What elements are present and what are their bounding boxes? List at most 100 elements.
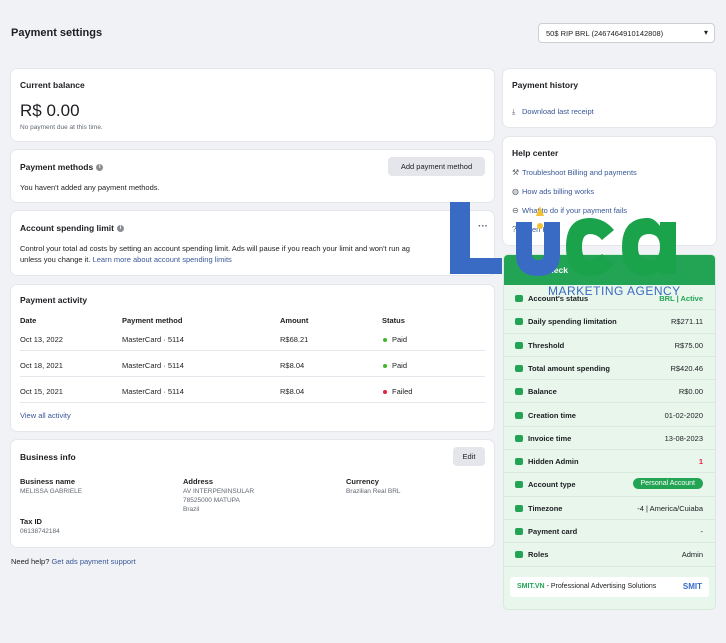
row-icon	[515, 551, 523, 559]
info-icon[interactable]: i	[116, 225, 124, 233]
address-line: Brazil	[183, 506, 200, 513]
ads-payment-support-link[interactable]: Get ads payment support	[51, 557, 135, 566]
ads-check-row: Roles Admin	[504, 543, 715, 567]
download-last-receipt-link[interactable]: Download last receipt	[522, 107, 594, 116]
column-header-amount: Amount	[280, 316, 309, 325]
ads-check-row: Daily spending limitation R$271.11	[504, 310, 715, 334]
ads-check-label: Account's status	[528, 294, 589, 303]
row-method: MasterCard · 5114	[122, 387, 184, 396]
ads-check-label: Payment card	[528, 527, 578, 536]
help-center-title: Help center	[512, 148, 559, 158]
ads-check-label: Invoice time	[528, 433, 572, 443]
learn-more-spending-limits-link[interactable]: Learn more about account spending limits	[93, 255, 232, 264]
ads-check-label: Total amount spending	[528, 363, 610, 373]
payment-history-card: Payment history ⤓ Download last receipt	[503, 69, 716, 127]
business-name-label: Business name	[20, 477, 76, 486]
footer-help-text: Need help?	[11, 557, 50, 566]
spending-limit-description-end: unless you change it.	[20, 255, 91, 264]
ads-check-value: -	[700, 527, 704, 536]
help-item-payment-fails[interactable]: ⊖ What to do if your payment fails	[512, 206, 627, 215]
info-icon[interactable]: i	[96, 164, 104, 172]
row-date: Oct 13, 2022	[20, 335, 63, 344]
ads-check-value: R$0.00	[678, 387, 703, 397]
payment-activity-title: Payment activity	[20, 295, 88, 305]
ads-check-label: Timezone	[528, 503, 563, 513]
help-item-label[interactable]: Troubleshoot Billing and payments	[522, 168, 637, 177]
payment-methods-card: Payment methods i Add payment method You …	[11, 150, 494, 202]
tax-id-label: Tax ID	[20, 517, 42, 526]
row-date: Oct 15, 2021	[20, 387, 63, 396]
download-icon: ⤓	[512, 107, 516, 116]
account-type-badge: Personal Account	[632, 478, 703, 490]
ads-check-label: Balance	[528, 387, 557, 397]
ads-check-row: Balance R$0.00	[504, 380, 715, 404]
ad-account-selector[interactable]: 50$ RIP BRL (2467464910142808) ▾	[538, 23, 715, 43]
ads-check-label: Account type	[528, 480, 576, 490]
more-options-icon[interactable]: ···	[478, 221, 488, 232]
help-item-label[interactable]: What to do if your payment fails	[522, 206, 627, 215]
edit-button[interactable]: Edit	[453, 447, 485, 466]
ads-check-row: Total amount spending R$420.46	[504, 357, 715, 381]
row-status: Paid	[383, 361, 407, 370]
download-receipt-row[interactable]: ⤓ Download last receipt	[512, 107, 594, 117]
row-status: Failed	[383, 387, 412, 396]
page-title: Payment settings	[11, 27, 103, 39]
help-item-label[interactable]: Open H	[522, 225, 548, 234]
ads-check-label: Hidden Admin	[528, 457, 579, 467]
add-payment-method-button[interactable]: Add payment method	[388, 157, 485, 176]
ads-check-row: Hidden Admin 1	[504, 450, 715, 474]
minus-circle-icon: ⊖	[512, 206, 519, 215]
ads-check-value: R$271.11	[671, 317, 703, 327]
footer-help: Need help? Get ads payment support	[11, 557, 136, 566]
spending-limit-description-line2: unless you change it. Learn more about a…	[20, 255, 232, 264]
currency-value: Brazilian Real BRL	[346, 488, 401, 495]
ads-check-label: Daily spending limitation	[528, 317, 617, 327]
row-amount: R$8.04	[280, 387, 305, 396]
view-all-activity-link[interactable]: View all activity	[20, 411, 71, 420]
ads-check-row: Account's status BRL | Active	[504, 287, 715, 311]
status-dot	[383, 364, 387, 369]
table-row[interactable]: Oct 15, 2021 MasterCard · 5114 R$8.04 Fa…	[20, 377, 485, 403]
ads-check-row: Threshold R$75.00	[504, 334, 715, 357]
help-item-open-help[interactable]: ? Open H	[512, 225, 548, 234]
column-header-date: Date	[20, 316, 37, 325]
spending-limit-title: Account spending limit	[20, 223, 114, 233]
smit-logo: SMIT	[682, 582, 702, 591]
column-header-status: Status	[382, 316, 405, 325]
row-icon	[515, 318, 523, 326]
footer-brand: SMIT.VN	[517, 583, 545, 590]
chevron-down-icon: ▾	[703, 28, 708, 37]
current-balance-card: Current balance R$ 0.00 No payment due a…	[11, 69, 494, 141]
row-status-text: Paid	[392, 335, 408, 344]
table-row[interactable]: Oct 18, 2021 MasterCard · 5114 R$8.04 Pa…	[20, 351, 485, 377]
ads-check-label: Creation time	[528, 410, 576, 420]
ads-check-row: Invoice time 13-08-2023	[504, 427, 715, 451]
ads-check-value: 13-08-2023	[664, 433, 703, 443]
row-icon	[515, 411, 523, 419]
footer-tagline: - Professional Advertising Solutions	[544, 583, 657, 590]
help-item-billing[interactable]: ◍ How ads billing works	[512, 187, 594, 196]
business-info-card: Business info Edit Business name MELISSA…	[11, 440, 494, 547]
ads-check-panel: Ads Check Account's status BRL | Active Da…	[503, 254, 716, 610]
row-icon	[515, 295, 523, 302]
help-item-troubleshoot[interactable]: ⚒ Troubleshoot Billing and payments	[512, 168, 637, 177]
payment-methods-title: Payment methods	[20, 162, 94, 172]
payment-methods-empty-text: You haven't added any payment methods.	[20, 183, 160, 192]
ads-check-value: BRL | Active	[659, 294, 703, 303]
current-balance-amount: R$ 0.00	[20, 101, 80, 120]
spending-limit-heading: Account spending limit i	[20, 223, 124, 233]
row-icon	[515, 481, 523, 489]
wrench-icon: ⚒	[512, 168, 520, 177]
payment-methods-heading: Payment methods i	[20, 162, 104, 172]
row-amount: R$8.04	[280, 361, 305, 370]
column-header-payment-method: Payment method	[122, 316, 183, 325]
help-item-label[interactable]: How ads billing works	[522, 187, 594, 196]
row-icon	[515, 388, 523, 396]
ads-check-value: R$75.00	[674, 340, 703, 350]
ads-check-row: Timezone -4 | America/Cuiaba	[504, 497, 715, 520]
status-dot	[383, 390, 387, 395]
table-row[interactable]: Oct 13, 2022 MasterCard · 5114 R$68.21 P…	[20, 325, 485, 351]
address-line: 78525000 MATUPA	[183, 497, 240, 504]
address-line: AV INTERPENINSULAR	[183, 488, 255, 495]
row-icon	[515, 504, 523, 512]
